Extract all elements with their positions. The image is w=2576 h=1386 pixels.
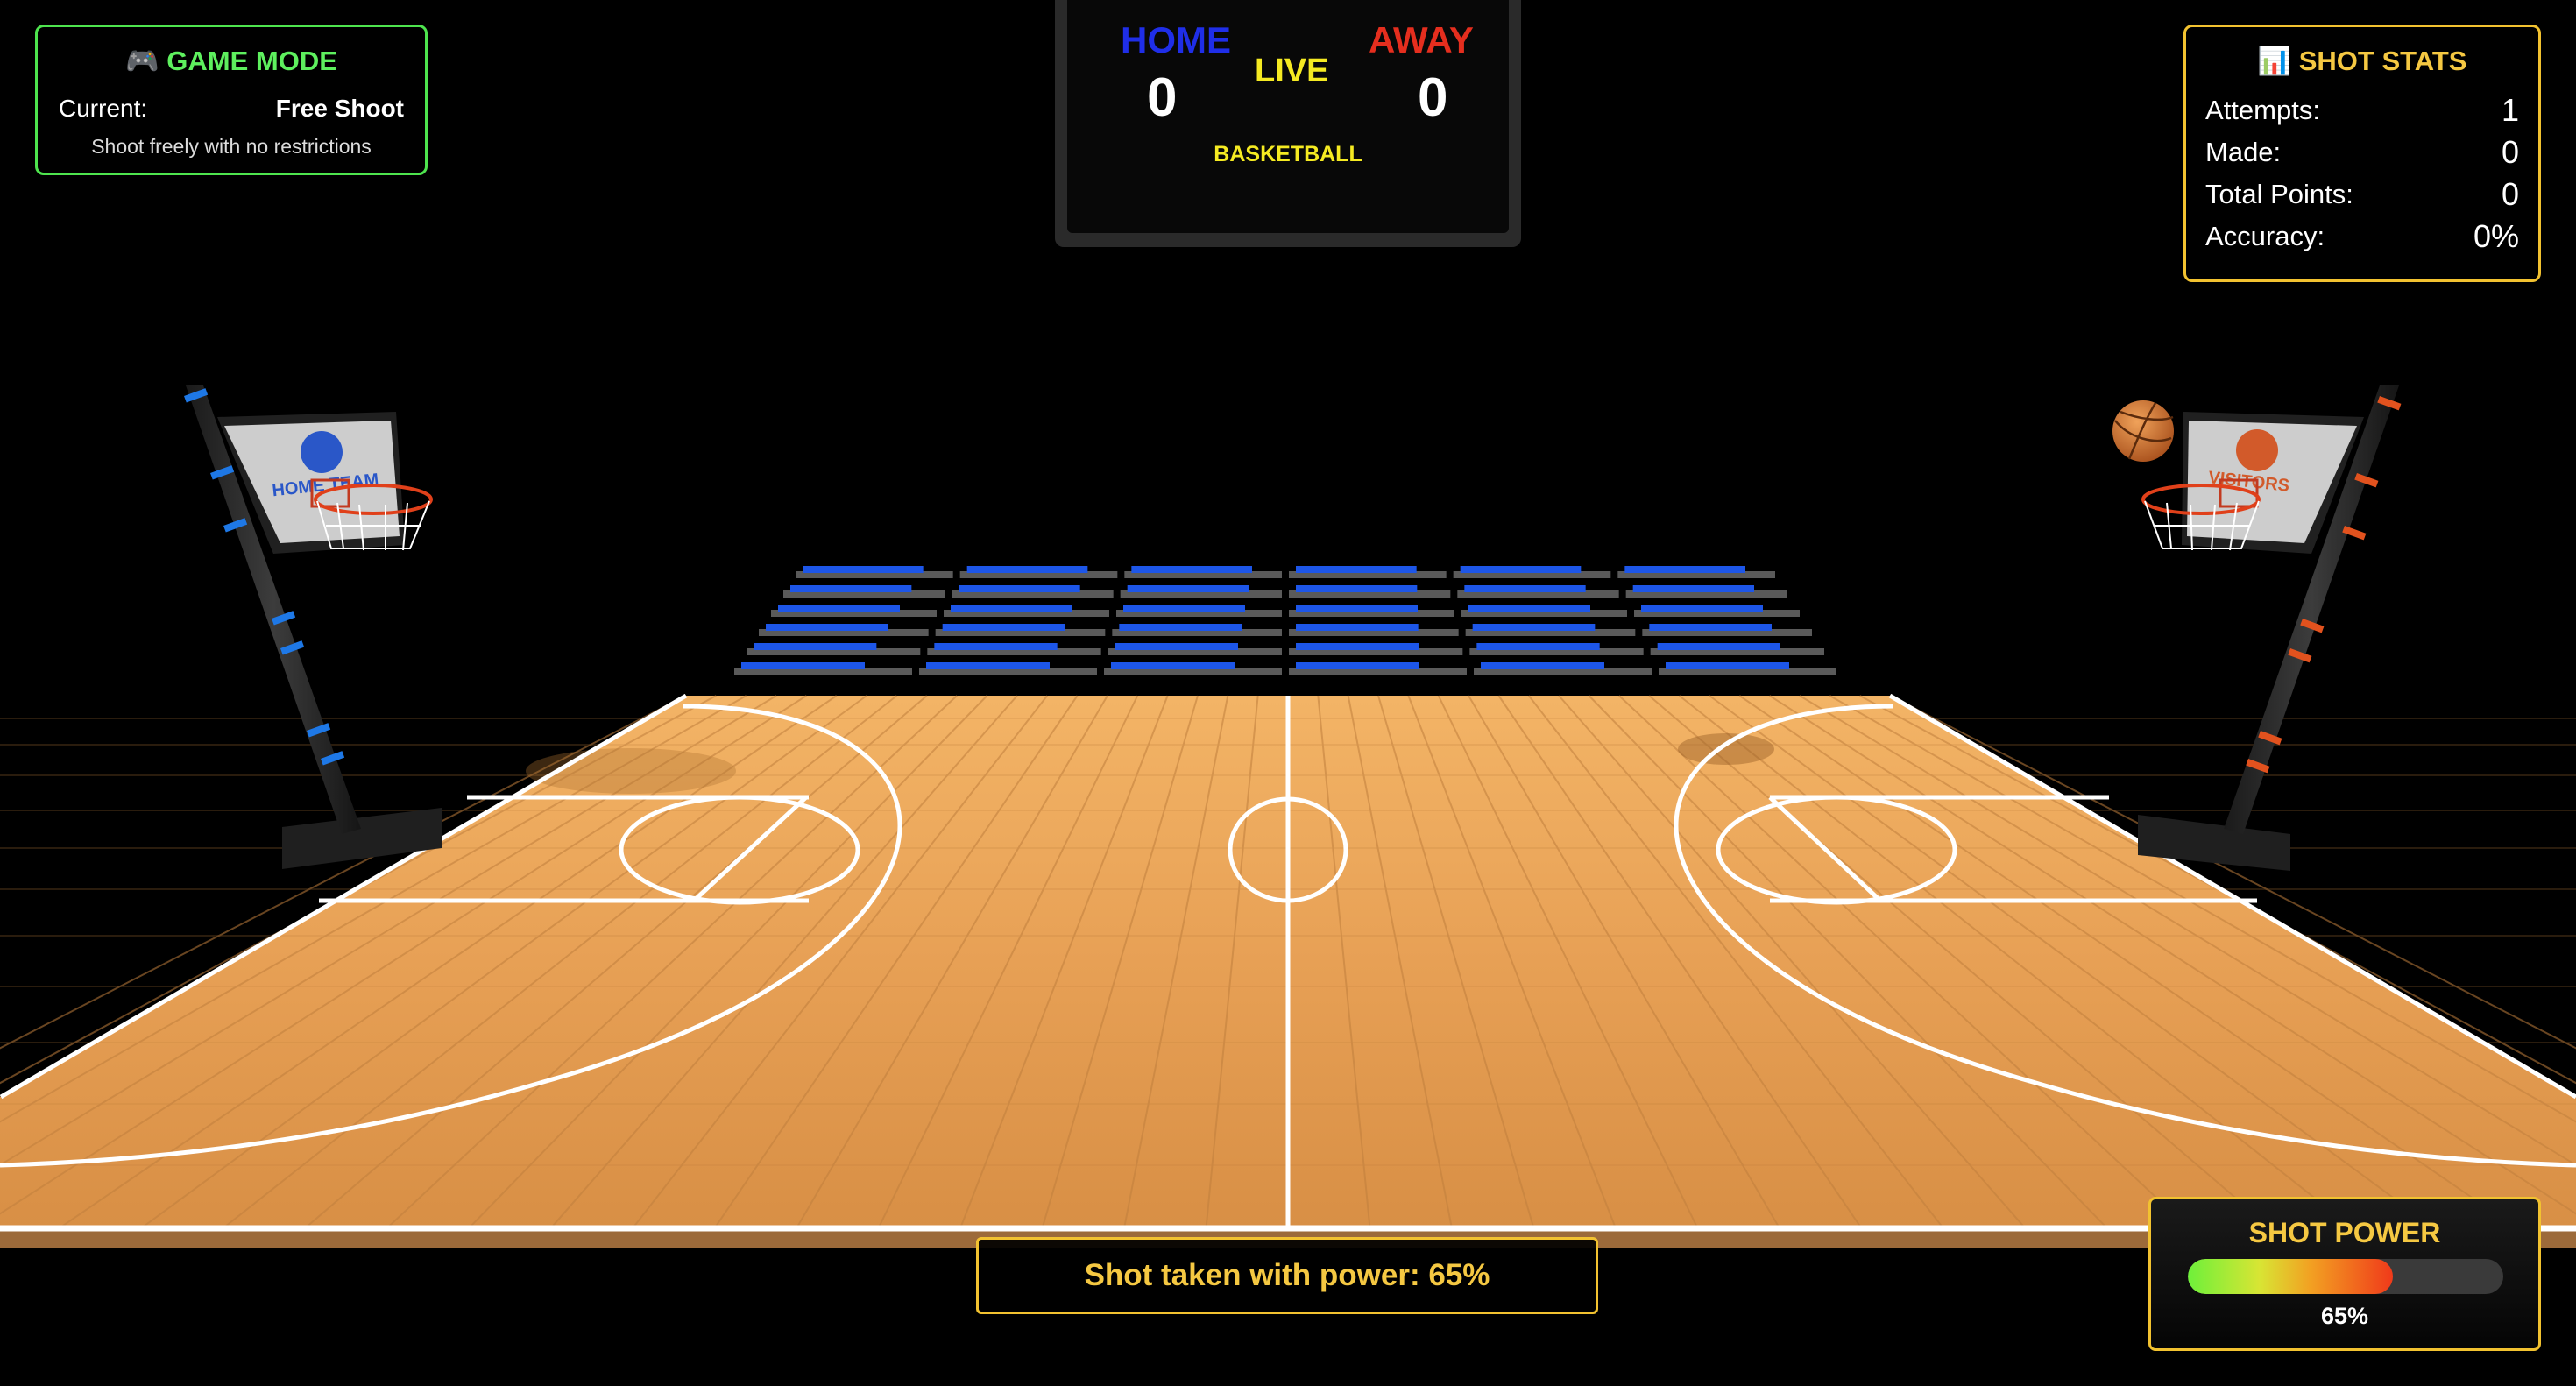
stat-value: 0 (2501, 176, 2519, 212)
basketball (2112, 400, 2174, 462)
bleacher-seat (790, 585, 912, 592)
bleacher-seat (1641, 605, 1763, 612)
stat-row-total-points: Total Points: 0 (2205, 173, 2519, 216)
away-score: 0 (1418, 67, 1448, 128)
bleacher-seat (1296, 662, 1419, 669)
shot-power-panel: SHOT POWER 65% (2148, 1197, 2541, 1351)
bleacher-seat (1476, 643, 1600, 650)
bleacher-seat (1657, 643, 1780, 650)
bleacher-seat (1460, 566, 1582, 573)
stat-value: 0% (2473, 218, 2519, 254)
stat-row-made: Made: 0 (2205, 131, 2519, 173)
bleacher-seat (1468, 605, 1590, 612)
bleacher-seat (778, 605, 900, 612)
bleacher-seat (1472, 624, 1596, 631)
stat-label: Attempts: (2205, 95, 2320, 125)
bleacher-seat (1123, 605, 1245, 612)
stat-row-accuracy: Accuracy: 0% (2205, 216, 2519, 258)
shot-message: Shot taken with power: 65% (976, 1237, 1598, 1314)
bleacher-seat (1624, 566, 1745, 573)
bleacher-seat (1127, 585, 1249, 592)
stat-label: Made: (2205, 137, 2282, 167)
bleacher-seat (942, 624, 1065, 631)
scoreboard: HOME AWAY LIVE 0 0 BASKETBALL (1055, 0, 1521, 247)
current-mode-value: Free Shoot (275, 95, 404, 122)
stat-value: 0 (2501, 134, 2519, 170)
bleacher-seat (766, 624, 888, 631)
stat-label: Accuracy: (2205, 221, 2325, 251)
bleacher-seat (1649, 624, 1772, 631)
bleacher-seat (951, 605, 1072, 612)
bleacher-seat (1464, 585, 1586, 592)
bleacher-seat (934, 643, 1058, 650)
home-score: 0 (1147, 67, 1178, 128)
bleacher-seat (1131, 566, 1252, 573)
power-value: 65% (2320, 1303, 2369, 1329)
home-team-label: HOME (1121, 19, 1231, 60)
sport-label: BASKETBALL (1214, 142, 1362, 166)
stat-row-attempts: Attempts: 1 (2205, 89, 2519, 131)
bleacher-seat (803, 566, 924, 573)
bleacher-seat (1481, 662, 1604, 669)
bleacher-seat (1296, 624, 1419, 631)
game-mode-title: 🎮 GAME MODE (125, 46, 337, 76)
mode-description: Shoot freely with no restrictions (91, 135, 372, 158)
bleacher-seat (1296, 585, 1418, 592)
shot-stats-title: 📊 SHOT STATS (2257, 46, 2467, 76)
game-mode-panel: 🎮 GAME MODE Current: Free Shoot Shoot fr… (35, 25, 428, 175)
current-mode-label: Current: (59, 95, 148, 122)
power-meter-fill (2188, 1259, 2393, 1294)
bleacher-seat (754, 643, 877, 650)
bleacher-seat (926, 662, 1050, 669)
bleachers (734, 566, 1836, 675)
bleacher-seat (1296, 605, 1418, 612)
bleacher-seat (966, 566, 1088, 573)
right-hoop: VISITORS (2138, 385, 2402, 871)
bleacher-seat (1666, 662, 1789, 669)
bleacher-seat (1296, 643, 1419, 650)
bleacher-seat (1115, 643, 1238, 650)
bleacher-seat (741, 662, 865, 669)
bleacher-seat (1119, 624, 1242, 631)
bleacher-seat (1111, 662, 1235, 669)
power-meter-track (2188, 1259, 2503, 1294)
bleacher-seat (1632, 585, 1754, 592)
away-team-label: AWAY (1369, 19, 1474, 60)
stat-label: Total Points: (2205, 179, 2353, 209)
bleacher-seat (1296, 566, 1417, 573)
bleacher-seat (959, 585, 1080, 592)
stat-value: 1 (2501, 92, 2519, 128)
shot-power-title: SHOT POWER (2248, 1217, 2441, 1248)
left-hoop: HOME TEAM (183, 385, 442, 869)
shot-stats-panel: 📊 SHOT STATS Attempts: 1 Made: 0 Total P… (2183, 25, 2541, 282)
live-indicator: LIVE (1255, 53, 1329, 89)
